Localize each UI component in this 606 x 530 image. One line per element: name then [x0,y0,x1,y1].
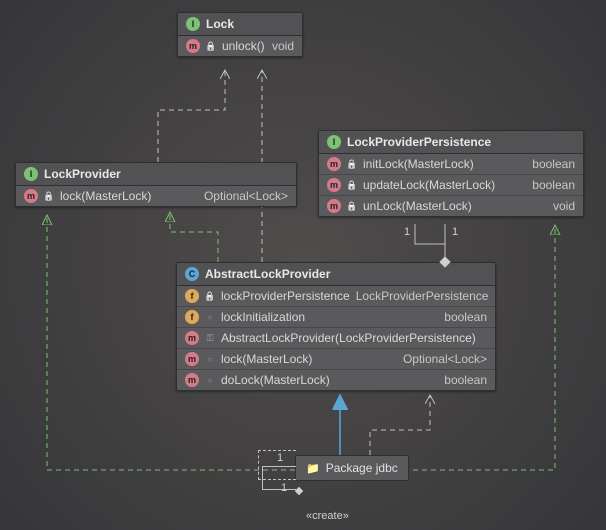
class-header: C AbstractLockProvider [177,263,495,286]
member-return: Optional<Lock> [403,352,487,366]
method-icon: m [327,157,341,171]
member-signature: lockProviderPersistence [221,289,350,303]
method-icon: m [186,39,200,53]
member-row: m AbstractLockProvider(LockProviderPersi… [177,328,495,349]
member-return: void [272,39,294,53]
self-ref-box-inner [262,466,296,490]
member-signature: unlock() [222,39,266,53]
class-title: LockProviderPersistence [347,135,491,149]
member-return: boolean [532,157,575,171]
member-return: boolean [444,310,487,324]
member-return: boolean [444,373,487,387]
class-header: I Lock [178,13,302,36]
visibility-icon [205,312,215,322]
member-return: Optional<Lock> [204,189,288,203]
member-return: void [553,199,575,213]
visibility-icon [205,291,215,301]
field-icon: f [185,289,199,303]
class-title: Lock [206,17,234,31]
interface-icon: I [186,17,200,31]
field-icon: f [185,310,199,324]
uml-interface-lockproviderpersistence[interactable]: I LockProviderPersistence m initLock(Mas… [318,130,584,217]
method-icon: m [185,373,199,387]
member-return: LockProviderPersistence [356,289,489,303]
member-return: boolean [532,178,575,192]
visibility-icon [347,159,357,169]
member-signature: lockInitialization [221,310,438,324]
member-signature: lock(MasterLock) [60,189,198,203]
member-row: m updateLock(MasterLock) boolean [319,175,583,196]
method-icon: m [327,199,341,213]
member-row: m unLock(MasterLock) void [319,196,583,216]
uml-interface-lockprovider[interactable]: I LockProvider m lock(MasterLock) Option… [15,162,297,207]
class-title: AbstractLockProvider [205,267,330,281]
uml-class-abstractlockprovider[interactable]: C AbstractLockProvider f lockProviderPer… [176,262,496,391]
multiplicity-label: 1 [404,226,410,238]
member-row: m lock(MasterLock) Optional<Lock> [177,349,495,370]
multiplicity-label: 1 [277,452,283,464]
interface-icon: I [24,167,38,181]
member-row: m lock(MasterLock) Optional<Lock> [16,186,296,206]
member-row: m initLock(MasterLock) boolean [319,154,583,175]
method-icon: m [24,189,38,203]
member-signature: AbstractLockProvider(LockProviderPersist… [221,331,481,345]
class-header: I LockProvider [16,163,296,186]
member-row: f lockProviderPersistence LockProviderPe… [177,286,495,307]
method-icon: m [327,178,341,192]
member-signature: unLock(MasterLock) [363,199,547,213]
visibility-icon [44,191,54,201]
multiplicity-label: 1 [452,226,458,238]
visibility-icon [205,333,215,343]
visibility-icon [206,41,216,51]
interface-icon: I [327,135,341,149]
visibility-icon [205,354,215,364]
class-title: LockProvider [44,167,121,181]
uml-package-jdbc[interactable]: Package jdbc [295,455,409,481]
member-row: f lockInitialization boolean [177,307,495,328]
class-icon: C [185,267,199,281]
member-signature: doLock(MasterLock) [221,373,438,387]
method-icon: m [185,331,199,345]
composition-diamond-icon [295,487,303,495]
class-header: I LockProviderPersistence [319,131,583,154]
member-row: m unlock() void [178,36,302,56]
multiplicity-label: 1 [281,482,287,494]
visibility-icon [205,375,215,385]
folder-icon [306,461,320,475]
visibility-icon [347,180,357,190]
uml-interface-lock[interactable]: I Lock m unlock() void [177,12,303,57]
member-signature: lock(MasterLock) [221,352,397,366]
package-label: Package jdbc [326,461,398,475]
member-row: m doLock(MasterLock) boolean [177,370,495,390]
method-icon: m [185,352,199,366]
stereotype-create: «create» [306,510,349,522]
member-signature: initLock(MasterLock) [363,157,526,171]
member-signature: updateLock(MasterLock) [363,178,526,192]
visibility-icon [347,201,357,211]
